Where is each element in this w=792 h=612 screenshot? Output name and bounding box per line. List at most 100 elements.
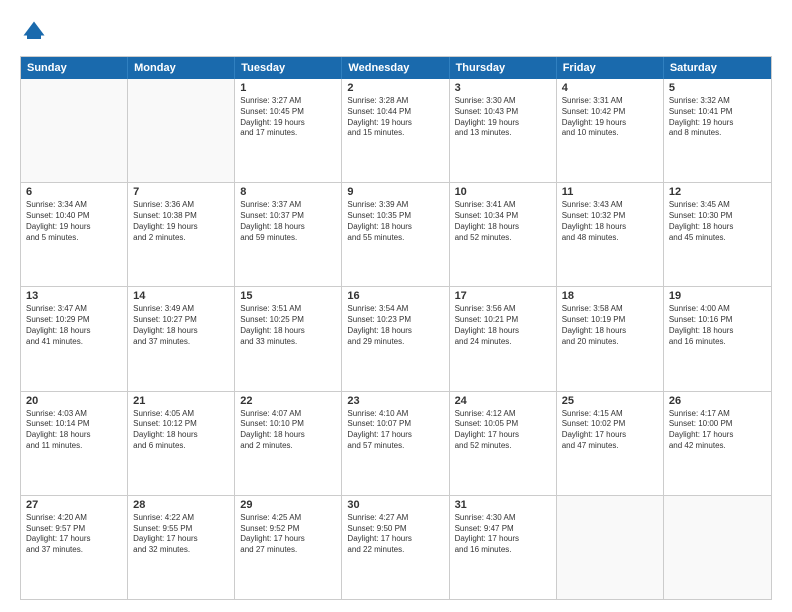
- day-info: Sunrise: 3:36 AMSunset: 10:38 PMDaylight…: [133, 200, 229, 243]
- day-cell-30: 30Sunrise: 4:27 AMSunset: 9:50 PMDayligh…: [342, 496, 449, 599]
- day-number: 31: [455, 499, 551, 511]
- day-cell-empty-0-0: [21, 79, 128, 182]
- header-day-wednesday: Wednesday: [342, 57, 449, 79]
- day-cell-12: 12 Sunrise: 3:45 AMSunset: 10:30 PMDaylig…: [664, 183, 771, 286]
- day-cell-27: 27 Sunrise: 4:20 AMSunset: 9:57 PMDayligh…: [21, 496, 128, 599]
- day-cell-15: 15 Sunrise: 3:51 AMSunset: 10:25 PMDaylig…: [235, 287, 342, 390]
- day-cell-24: 24Sunrise: 4:12 AMSunset: 10:05 PMDaylig…: [450, 392, 557, 495]
- day-info: Sunrise: 3:28 AMSunset: 10:44 PMDaylight…: [347, 96, 443, 139]
- day-cell-19: 19 Sunrise: 4:00 AMSunset: 10:16 PMDaylig…: [664, 287, 771, 390]
- day-number: 22: [240, 395, 336, 407]
- logo-icon: [20, 18, 48, 46]
- day-info: Sunrise: 3:43 AMSunset: 10:32 PMDaylight…: [562, 200, 658, 243]
- day-number: 14: [133, 290, 229, 302]
- day-number: 4: [562, 82, 658, 94]
- day-cell-4: 4 Sunrise: 3:31 AMSunset: 10:42 PMDayligh…: [557, 79, 664, 182]
- day-number: 17: [455, 290, 551, 302]
- calendar-row-1: 6 Sunrise: 3:34 AMSunset: 10:40 PMDayligh…: [21, 183, 771, 287]
- day-info: Sunrise: 4:15 AMSunset: 10:02 PMDaylight…: [562, 409, 658, 452]
- day-info: Sunrise: 3:49 AMSunset: 10:27 PMDaylight…: [133, 304, 229, 347]
- day-info: Sunrise: 4:30 AMSunset: 9:47 PMDaylight:…: [455, 513, 551, 556]
- day-cell-10: 10 Sunrise: 3:41 AMSunset: 10:34 PMDaylig…: [450, 183, 557, 286]
- header-day-friday: Friday: [557, 57, 664, 79]
- day-number: 5: [669, 82, 766, 94]
- day-number: 8: [240, 186, 336, 198]
- day-cell-1: 1 Sunrise: 3:27 AMSunset: 10:45 PMDayligh…: [235, 79, 342, 182]
- day-info: Sunrise: 3:58 AMSunset: 10:19 PMDaylight…: [562, 304, 658, 347]
- day-info: Sunrise: 4:25 AMSunset: 9:52 PMDaylight:…: [240, 513, 336, 556]
- day-info: Sunrise: 3:39 AMSunset: 10:35 PMDaylight…: [347, 200, 443, 243]
- header-day-tuesday: Tuesday: [235, 57, 342, 79]
- header-day-sunday: Sunday: [21, 57, 128, 79]
- day-info: Sunrise: 3:27 AMSunset: 10:45 PMDaylight…: [240, 96, 336, 139]
- day-cell-22: 22 Sunrise: 4:07 AMSunset: 10:10 PMDaylig…: [235, 392, 342, 495]
- day-info: Sunrise: 3:30 AMSunset: 10:43 PMDaylight…: [455, 96, 551, 139]
- day-cell-6: 6 Sunrise: 3:34 AMSunset: 10:40 PMDayligh…: [21, 183, 128, 286]
- day-cell-28: 28Sunrise: 4:22 AMSunset: 9:55 PMDayligh…: [128, 496, 235, 599]
- header: [20, 18, 772, 46]
- day-info: Sunrise: 4:07 AMSunset: 10:10 PMDaylight…: [240, 409, 336, 452]
- day-number: 29: [240, 499, 336, 511]
- day-number: 6: [26, 186, 122, 198]
- day-info: Sunrise: 3:54 AMSunset: 10:23 PMDaylight…: [347, 304, 443, 347]
- calendar: SundayMondayTuesdayWednesdayThursdayFrid…: [21, 57, 771, 599]
- header-day-thursday: Thursday: [450, 57, 557, 79]
- day-cell-empty-4-6: [664, 496, 771, 599]
- day-number: 26: [669, 395, 766, 407]
- day-number: 15: [240, 290, 336, 302]
- day-info: Sunrise: 3:45 AMSunset: 10:30 PMDaylight…: [669, 200, 766, 243]
- day-info: Sunrise: 4:12 AMSunset: 10:05 PMDaylight…: [455, 409, 551, 452]
- day-cell-3: 3 Sunrise: 3:30 AMSunset: 10:43 PMDayligh…: [450, 79, 557, 182]
- day-cell-7: 7 Sunrise: 3:36 AMSunset: 10:38 PMDayligh…: [128, 183, 235, 286]
- day-info: Sunrise: 4:00 AMSunset: 10:16 PMDaylight…: [669, 304, 766, 347]
- day-number: 19: [669, 290, 766, 302]
- day-number: 1: [240, 82, 336, 94]
- day-cell-31: 31 Sunrise: 4:30 AMSunset: 9:47 PMDayligh…: [450, 496, 557, 599]
- day-number: 7: [133, 186, 229, 198]
- day-cell-8: 8 Sunrise: 3:37 AMSunset: 10:37 PMDayligh…: [235, 183, 342, 286]
- day-number: 18: [562, 290, 658, 302]
- day-number: 28: [133, 499, 229, 511]
- calendar-row-4: 27 Sunrise: 4:20 AMSunset: 9:57 PMDayligh…: [21, 496, 771, 599]
- day-info: Sunrise: 3:47 AMSunset: 10:29 PMDaylight…: [26, 304, 122, 347]
- day-cell-5: 5 Sunrise: 3:32 AMSunset: 10:41 PMDayligh…: [664, 79, 771, 182]
- day-info: Sunrise: 4:05 AMSunset: 10:12 PMDaylight…: [133, 409, 229, 452]
- day-info: Sunrise: 4:20 AMSunset: 9:57 PMDaylight:…: [26, 513, 122, 556]
- day-info: Sunrise: 4:27 AMSunset: 9:50 PMDaylight:…: [347, 513, 443, 556]
- day-number: 27: [26, 499, 122, 511]
- day-number: 12: [669, 186, 766, 198]
- calendar-row-0: 1 Sunrise: 3:27 AMSunset: 10:45 PMDayligh…: [21, 79, 771, 183]
- day-info: Sunrise: 3:34 AMSunset: 10:40 PMDaylight…: [26, 200, 122, 243]
- day-info: Sunrise: 4:03 AMSunset: 10:14 PMDaylight…: [26, 409, 122, 452]
- calendar-body: 1 Sunrise: 3:27 AMSunset: 10:45 PMDayligh…: [21, 79, 771, 599]
- calendar-row-3: 20 Sunrise: 4:03 AMSunset: 10:14 PMDaylig…: [21, 392, 771, 496]
- header-day-saturday: Saturday: [664, 57, 771, 79]
- day-cell-26: 26Sunrise: 4:17 AMSunset: 10:00 PMDaylig…: [664, 392, 771, 495]
- day-info: Sunrise: 4:10 AMSunset: 10:07 PMDaylight…: [347, 409, 443, 452]
- day-number: 25: [562, 395, 658, 407]
- day-number: 23: [347, 395, 443, 407]
- day-cell-29: 29 Sunrise: 4:25 AMSunset: 9:52 PMDayligh…: [235, 496, 342, 599]
- day-info: Sunrise: 3:37 AMSunset: 10:37 PMDaylight…: [240, 200, 336, 243]
- calendar-outer: SundayMondayTuesdayWednesdayThursdayFrid…: [20, 56, 772, 600]
- day-info: Sunrise: 3:41 AMSunset: 10:34 PMDaylight…: [455, 200, 551, 243]
- day-cell-21: 21Sunrise: 4:05 AMSunset: 10:12 PMDaylig…: [128, 392, 235, 495]
- day-cell-23: 23 Sunrise: 4:10 AMSunset: 10:07 PMDaylig…: [342, 392, 449, 495]
- day-info: Sunrise: 3:51 AMSunset: 10:25 PMDaylight…: [240, 304, 336, 347]
- day-cell-20: 20 Sunrise: 4:03 AMSunset: 10:14 PMDaylig…: [21, 392, 128, 495]
- day-number: 11: [562, 186, 658, 198]
- day-number: 16: [347, 290, 443, 302]
- day-number: 2: [347, 82, 443, 94]
- day-number: 13: [26, 290, 122, 302]
- day-number: 9: [347, 186, 443, 198]
- calendar-row-2: 13 Sunrise: 3:47 AMSunset: 10:29 PMDaylig…: [21, 287, 771, 391]
- day-number: 10: [455, 186, 551, 198]
- day-info: Sunrise: 3:31 AMSunset: 10:42 PMDaylight…: [562, 96, 658, 139]
- day-cell-empty-0-1: [128, 79, 235, 182]
- day-number: 3: [455, 82, 551, 94]
- calendar-header: SundayMondayTuesdayWednesdayThursdayFrid…: [21, 57, 771, 79]
- day-number: 20: [26, 395, 122, 407]
- day-info: Sunrise: 3:32 AMSunset: 10:41 PMDaylight…: [669, 96, 766, 139]
- day-cell-11: 11 Sunrise: 3:43 AMSunset: 10:32 PMDaylig…: [557, 183, 664, 286]
- day-cell-16: 16 Sunrise: 3:54 AMSunset: 10:23 PMDaylig…: [342, 287, 449, 390]
